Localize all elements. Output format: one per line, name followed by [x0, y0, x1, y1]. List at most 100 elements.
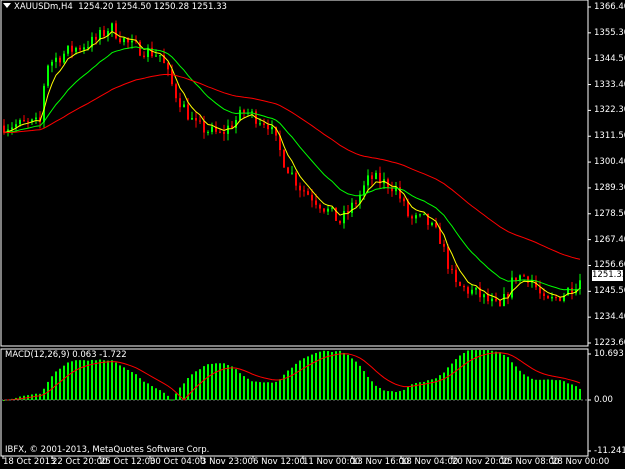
chart-canvas[interactable] — [0, 0, 625, 469]
macd-bar — [239, 373, 241, 400]
chart-window[interactable]: XAUUSDm,H4 1254.20 1254.50 1250.28 1251.… — [0, 0, 625, 469]
candle — [447, 244, 449, 274]
price-tick-label: 1322.30 — [594, 105, 625, 116]
macd-bar — [75, 360, 77, 400]
candle — [475, 287, 477, 295]
candle — [571, 282, 573, 300]
candle — [563, 292, 565, 303]
macd-caption: MACD(12,26,9) 0.063 -1.722 — [5, 350, 127, 360]
macd-bar — [331, 351, 333, 400]
candle — [99, 27, 101, 45]
macd-bar — [227, 365, 229, 400]
candle — [511, 270, 513, 300]
macd-bar — [167, 395, 169, 400]
macd-bar — [507, 357, 509, 400]
candle — [355, 199, 357, 208]
macd-bar — [315, 352, 317, 400]
candle — [207, 130, 209, 136]
price-tick-label: 1300.40 — [594, 157, 625, 168]
candle — [131, 34, 133, 49]
macd-bar — [395, 392, 397, 400]
candle — [147, 44, 149, 62]
macd-bar — [579, 388, 581, 400]
macd-bar — [451, 363, 453, 400]
candle — [179, 92, 181, 113]
candle — [135, 35, 137, 44]
macd-bar — [231, 366, 233, 400]
macd-bar — [403, 389, 405, 400]
macd-bar — [243, 376, 245, 400]
candle — [55, 52, 57, 69]
time-tick-label: 30 Oct 04:00 — [150, 457, 206, 467]
macd-bar — [567, 383, 569, 400]
candle — [415, 212, 417, 224]
macd-bar — [275, 381, 277, 400]
macd-bar — [179, 387, 181, 400]
macd-bar — [207, 364, 209, 400]
price-tick-label: 1355.30 — [594, 27, 625, 38]
macd-bar — [503, 354, 505, 400]
price-tick-label: 1223.60 — [594, 338, 625, 348]
macd-bar — [299, 360, 301, 400]
macd-bar — [359, 365, 361, 400]
copyright-text: IBFX, © 2001-2013, MetaQuotes Software C… — [5, 445, 210, 455]
macd-bar — [335, 351, 337, 400]
price-tick-label: 1289.30 — [594, 182, 625, 193]
candle — [323, 208, 325, 214]
candle — [383, 172, 385, 189]
candle — [115, 20, 117, 40]
candle — [319, 203, 321, 213]
candle — [403, 196, 405, 207]
dropdown-triangle-icon[interactable] — [3, 3, 11, 8]
candle — [327, 204, 329, 216]
candle — [111, 22, 113, 37]
macd-bar — [311, 354, 313, 400]
time-tick-label: 18 Nov 04:00 — [401, 457, 459, 467]
macd-bar — [511, 362, 513, 400]
candle — [303, 185, 305, 197]
macd-bar — [63, 365, 65, 400]
macd-bar — [355, 361, 357, 400]
macd-bar — [151, 386, 153, 400]
macd-bar — [279, 379, 281, 400]
macd-bar — [155, 388, 157, 400]
candle — [419, 213, 421, 218]
price-tick-label: 1256.60 — [594, 260, 625, 271]
candle — [63, 50, 65, 64]
macd-bar — [539, 379, 541, 400]
candle — [159, 55, 161, 62]
macd-bar — [291, 367, 293, 400]
candle — [83, 43, 85, 54]
candle — [51, 59, 53, 73]
candle — [287, 166, 289, 174]
macd-bar — [491, 350, 493, 400]
macd-bar — [107, 360, 109, 400]
candle — [195, 111, 197, 128]
candle — [519, 274, 521, 283]
macd-bar — [555, 380, 557, 400]
price-candles — [3, 20, 581, 307]
candle — [391, 181, 393, 197]
macd-bar — [211, 363, 213, 400]
macd-bar — [459, 355, 461, 400]
macd-bar — [575, 386, 577, 400]
macd-bar — [215, 363, 217, 400]
candle — [423, 213, 425, 216]
symbol-timeframe: XAUUSDm,H4 — [14, 2, 73, 12]
macd-bar — [483, 350, 485, 400]
candle — [267, 119, 269, 136]
candle — [379, 166, 381, 189]
macd-bar — [123, 367, 125, 400]
price-tick-label: 1234.40 — [594, 312, 625, 323]
candle — [459, 281, 461, 287]
macd-bar — [159, 390, 161, 400]
macd-bar — [439, 375, 441, 400]
macd-bar — [303, 358, 305, 400]
macd-bar — [171, 399, 173, 401]
macd-bar — [519, 370, 521, 400]
macd-tick-label: 10.693 — [594, 349, 624, 359]
moving-average-lines — [3, 30, 581, 301]
macd-bar — [271, 382, 273, 400]
macd-bar — [479, 350, 481, 400]
macd-bar — [287, 370, 289, 400]
